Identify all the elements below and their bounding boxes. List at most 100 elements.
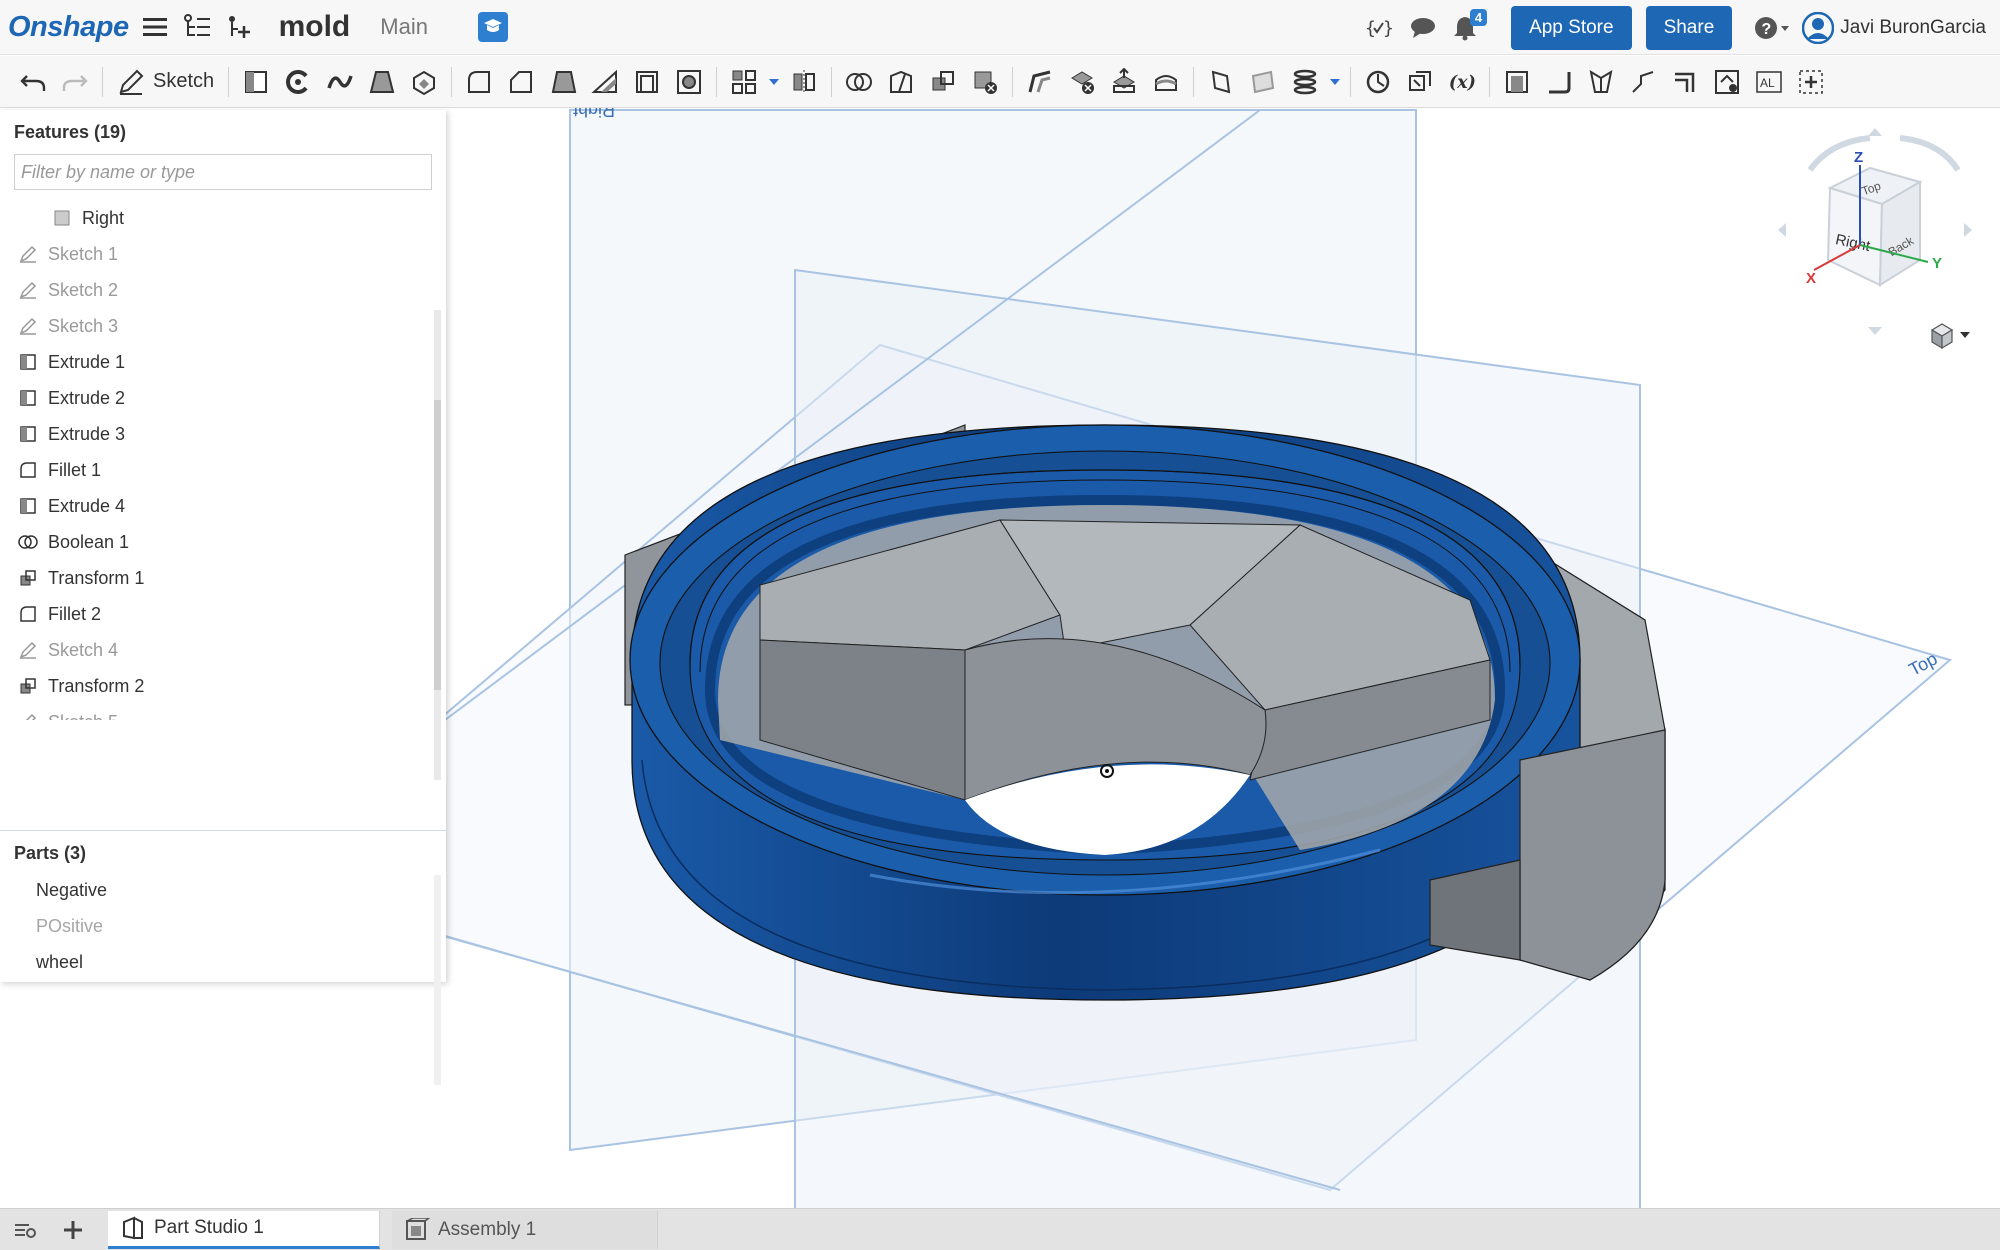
split-icon[interactable] xyxy=(880,61,922,103)
mate-connector-icon[interactable] xyxy=(1242,61,1284,103)
notifications-icon[interactable]: 4 xyxy=(1453,8,1488,41)
feature-item[interactable]: Right xyxy=(0,200,432,236)
flat-view-icon[interactable] xyxy=(1706,61,1748,103)
tab-part-studio[interactable]: Part Studio 1 xyxy=(108,1210,380,1249)
fillet-icon[interactable] xyxy=(458,61,500,103)
replace-face-icon[interactable] xyxy=(1145,61,1187,103)
feature-item[interactable]: Transform 2 xyxy=(0,668,432,704)
corner-icon[interactable] xyxy=(1664,61,1706,103)
scrollbar-thumb[interactable] xyxy=(434,400,441,690)
orbit-up-icon[interactable] xyxy=(1868,128,1882,136)
tab-bar: Part Studio 1 Assembly 1 xyxy=(0,1208,2000,1250)
curves-dropdown-caret[interactable] xyxy=(1330,78,1341,85)
feature-item[interactable]: Extrude 4 xyxy=(0,488,432,524)
rotate-cw-icon[interactable] xyxy=(1899,135,1961,172)
hole-icon[interactable] xyxy=(668,61,710,103)
learning-center-icon[interactable] xyxy=(477,12,508,42)
feature-label: Extrude 4 xyxy=(48,495,126,516)
feature-item[interactable]: Sketch 1 xyxy=(0,236,432,272)
part-item[interactable]: POsitive xyxy=(0,908,432,944)
negative-part-front-block[interactable] xyxy=(1519,729,1666,981)
draft-icon[interactable] xyxy=(542,61,584,103)
feature-label: Extrude 2 xyxy=(48,387,126,408)
add-custom-feature-icon[interactable] xyxy=(1790,61,1832,103)
toolbar-separator xyxy=(1012,66,1014,97)
view-mode-icon[interactable] xyxy=(1930,323,1970,350)
move-face-icon[interactable] xyxy=(1103,61,1145,103)
help-icon[interactable]: ? xyxy=(1754,15,1790,41)
panel-divider[interactable] xyxy=(0,830,446,831)
share-button[interactable]: Share xyxy=(1645,5,1733,50)
insert-icon[interactable] xyxy=(227,14,253,40)
add-tab-icon[interactable] xyxy=(60,1219,86,1241)
feature-filter-input[interactable]: Filter by name or type xyxy=(14,154,432,190)
appearance-label: AL xyxy=(1760,76,1775,90)
plane-icon[interactable] xyxy=(1200,61,1242,103)
feature-item[interactable]: Sketch 4 xyxy=(0,632,432,668)
tab-icon[interactable] xyxy=(1580,61,1622,103)
undo-icon[interactable] xyxy=(12,61,54,103)
toolbar-separator xyxy=(1350,66,1352,97)
onshape-app: Onshape mold Main {} 4 App Store Share ?… xyxy=(0,0,2000,1250)
revolve-icon[interactable] xyxy=(277,61,319,103)
feature-item[interactable]: Sketch 3 xyxy=(0,308,432,344)
comments-icon[interactable] xyxy=(1409,16,1437,40)
feature-item[interactable]: Boolean 1 xyxy=(0,524,432,560)
feature-list-scrollbar[interactable] xyxy=(434,310,441,780)
appearance-icon[interactable]: AL xyxy=(1748,61,1790,103)
delete-face-icon[interactable] xyxy=(1061,61,1103,103)
extrude-icon[interactable] xyxy=(235,61,277,103)
orbit-down-icon[interactable] xyxy=(1868,327,1882,335)
sketch-button[interactable]: Sketch xyxy=(109,61,222,103)
mirror-icon[interactable] xyxy=(783,61,825,103)
view-cube[interactable]: Top Right Back Z Y X xyxy=(1770,120,1980,350)
pattern-icon[interactable] xyxy=(723,61,765,103)
app-store-button[interactable]: App Store xyxy=(1511,5,1632,50)
onshape-logo[interactable]: Onshape xyxy=(8,11,129,44)
part-item[interactable]: wheel xyxy=(0,944,432,980)
feature-item[interactable]: Sketch 2 xyxy=(0,272,432,308)
sheet-metal-icon[interactable] xyxy=(1496,61,1538,103)
bend-icon[interactable] xyxy=(1622,61,1664,103)
tab-assembly[interactable]: Assembly 1 xyxy=(392,1210,658,1249)
feature-item[interactable]: Extrude 3 xyxy=(0,416,432,452)
chamfer-icon[interactable] xyxy=(500,61,542,103)
variable-icon[interactable]: (x) xyxy=(1441,61,1483,103)
pattern-dropdown-caret[interactable] xyxy=(769,78,780,85)
orbit-right-icon[interactable] xyxy=(1964,223,1972,237)
section-view-icon[interactable] xyxy=(1399,61,1441,103)
feature-item[interactable]: Extrude 1 xyxy=(0,344,432,380)
variables-icon[interactable]: {} xyxy=(1365,15,1393,41)
thicken-icon[interactable] xyxy=(403,61,445,103)
feature-item[interactable]: Extrude 2 xyxy=(0,380,432,416)
user-name[interactable]: Javi BuronGarcia xyxy=(1840,17,1986,39)
redo-icon[interactable] xyxy=(54,61,96,103)
feature-item[interactable]: Fillet 2 xyxy=(0,596,432,632)
parts-header[interactable]: Parts (3) xyxy=(14,843,86,864)
tab-manager-icon[interactable] xyxy=(12,1220,38,1240)
parts-list-scrollbar[interactable] xyxy=(434,875,441,1085)
loft-icon[interactable] xyxy=(361,61,403,103)
part-item[interactable]: Negative xyxy=(0,872,432,908)
modify-fillet-icon[interactable] xyxy=(1019,61,1061,103)
rib-icon[interactable] xyxy=(584,61,626,103)
measure-icon[interactable] xyxy=(1357,61,1399,103)
user-avatar-icon[interactable] xyxy=(1802,11,1835,44)
sweep-icon[interactable] xyxy=(319,61,361,103)
delete-part-icon[interactable] xyxy=(964,61,1006,103)
feature-tree-icon[interactable] xyxy=(183,14,211,40)
menu-icon[interactable] xyxy=(142,16,167,38)
document-title[interactable]: mold xyxy=(279,10,351,44)
transform-icon[interactable] xyxy=(922,61,964,103)
feature-item[interactable]: Fillet 1 xyxy=(0,452,432,488)
workspace-name[interactable]: Main xyxy=(380,14,428,40)
sketch-icon xyxy=(18,244,38,264)
feature-item[interactable]: Transform 1 xyxy=(0,560,432,596)
boolean-icon[interactable] xyxy=(838,61,880,103)
flange-icon[interactable] xyxy=(1538,61,1580,103)
helix-icon[interactable] xyxy=(1284,61,1326,103)
shell-icon[interactable] xyxy=(626,61,668,103)
features-header[interactable]: Features (19) xyxy=(0,110,446,148)
feature-item[interactable]: Sketch 5 xyxy=(0,704,432,720)
orbit-left-icon[interactable] xyxy=(1778,223,1786,237)
